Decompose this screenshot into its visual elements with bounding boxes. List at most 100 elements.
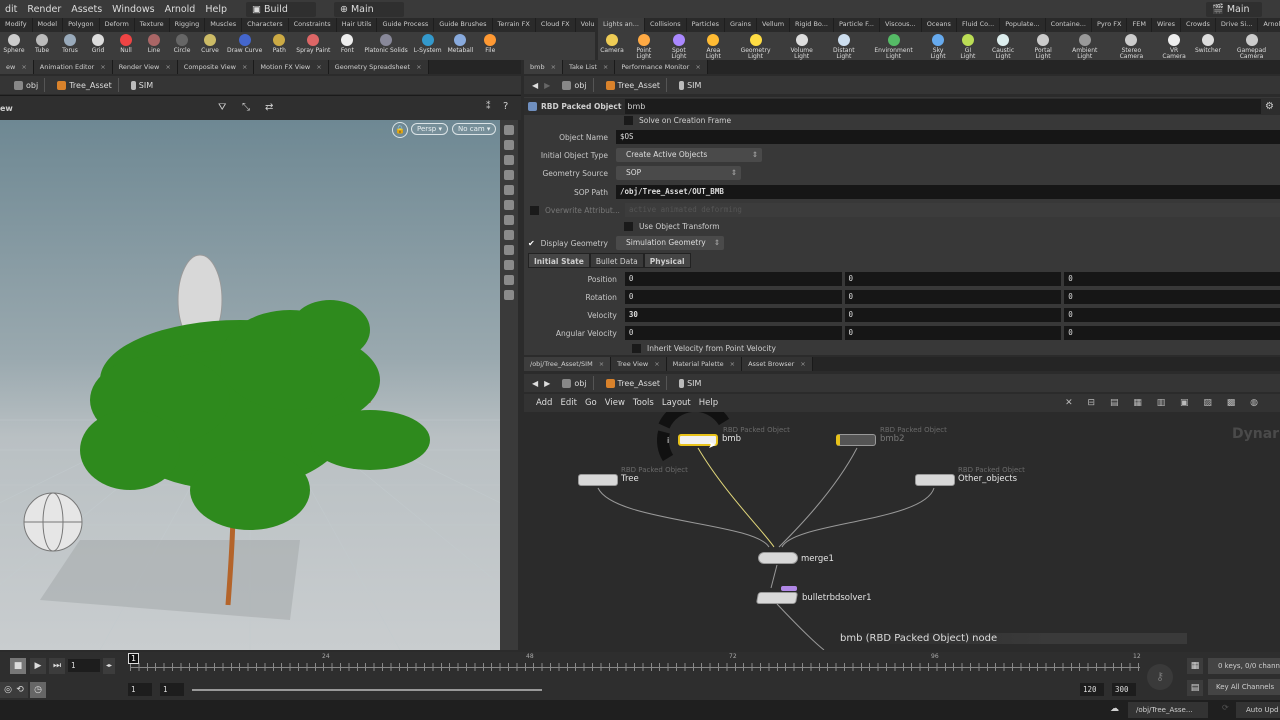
shelf-tool-l-system[interactable]: L-System [411, 32, 445, 60]
tool-icon[interactable] [504, 170, 514, 180]
range-start-field[interactable]: 1 [128, 683, 152, 696]
tab-item[interactable]: Vellum [757, 18, 791, 32]
shelf-tool-curve[interactable]: Curve [196, 32, 224, 60]
tab-item[interactable]: Drive Si... [1216, 18, 1259, 32]
node-name-field[interactable]: bmb [625, 99, 1262, 114]
param-field-y[interactable]: 0 [844, 290, 1062, 304]
help-icon[interactable]: ? [503, 101, 508, 112]
refresh-icon[interactable]: ⟳ [1222, 703, 1229, 712]
param-field-x[interactable]: 0 [624, 272, 842, 286]
desktop-selector[interactable]: ▣ Build [246, 1, 316, 17]
menu-arnold[interactable]: Arnold [160, 4, 201, 15]
shelf-tool-environment-light[interactable]: Environment Light [865, 32, 922, 60]
menu-edit[interactable]: dit [0, 4, 22, 15]
shelf-tool-metaball[interactable]: Metaball [445, 32, 477, 60]
tab-item[interactable]: Material Palette × [666, 357, 743, 371]
shelf-tool-path[interactable]: Path [265, 32, 293, 60]
tab-item[interactable]: Muscles [205, 18, 243, 32]
close-icon[interactable]: × [100, 63, 105, 71]
geo-source-select[interactable]: SOP [616, 166, 741, 180]
crumb-tree-asset[interactable]: Tree_Asset [600, 376, 668, 390]
tab-item[interactable]: Collisions [645, 18, 687, 32]
object-name-field[interactable]: $OS [616, 130, 1280, 144]
network-menu-edit[interactable]: Edit [556, 398, 580, 408]
shelf-tool-volume-light[interactable]: Volume Light [780, 32, 823, 60]
shelf-tool-portal-light[interactable]: Portal Light [1024, 32, 1062, 60]
tab-item[interactable]: Particles [687, 18, 725, 32]
display-geo-select[interactable]: Simulation Geometry [616, 236, 724, 250]
crumb-obj[interactable]: obj [8, 78, 46, 92]
stop-button[interactable]: ■ [10, 658, 26, 674]
shelf-tool-grid[interactable]: Grid [84, 32, 112, 60]
param-field-x[interactable]: 30 [624, 308, 842, 322]
tab-item[interactable]: Motion FX View × [254, 60, 329, 74]
display-checkbox[interactable]: ✔ [524, 239, 536, 248]
loop-icon[interactable]: ⟲ [12, 682, 28, 698]
tool-icon[interactable] [504, 275, 514, 285]
tool-icon[interactable] [504, 155, 514, 165]
shelf-tool-camera[interactable]: Camera [598, 32, 626, 60]
tab-item[interactable]: Texture [135, 18, 170, 32]
node-merge1[interactable] [758, 552, 798, 564]
node-bmb2[interactable] [836, 434, 876, 446]
tool-icon[interactable] [504, 230, 514, 240]
shelf-tool-circle[interactable]: Circle [168, 32, 196, 60]
camera-menu[interactable]: No cam ▾ [452, 123, 497, 135]
tab-item[interactable]: ew × [0, 60, 34, 74]
tool-icon[interactable] [504, 185, 514, 195]
close-icon[interactable]: × [654, 360, 659, 368]
shelf-tool-sky-light[interactable]: Sky Light [922, 32, 954, 60]
tab-item[interactable]: Crowds [1181, 18, 1216, 32]
tab-physical[interactable]: Physical [643, 253, 691, 268]
tab-item[interactable]: Modify [0, 18, 33, 32]
tab-item[interactable]: Arnold [1258, 18, 1280, 32]
scene-viewport[interactable]: 🔒 Persp ▾ No cam ▾ [0, 120, 500, 650]
step-buttons[interactable]: ◂▸ [103, 658, 115, 674]
network-editor[interactable]: i RBD Packed Object bmb RBD Packed Objec… [524, 412, 1280, 650]
tab-item[interactable]: Take List × [563, 60, 616, 74]
close-icon[interactable]: × [603, 63, 608, 71]
network-menu-tools[interactable]: Tools [629, 398, 658, 408]
shelf-tool-spray-paint[interactable]: Spray Paint [293, 32, 333, 60]
tab-item[interactable]: Guide Process [377, 18, 435, 32]
param-field-z[interactable]: 0 [1064, 290, 1280, 304]
node-bulletrbdsolver1[interactable] [755, 592, 799, 604]
context-selector[interactable]: ⊕ Main [334, 1, 404, 17]
param-field-z[interactable]: 0 [1064, 272, 1280, 286]
node-tree[interactable] [578, 474, 618, 486]
range-end-field[interactable]: 120 [1080, 683, 1104, 696]
network-menu-layout[interactable]: Layout [658, 398, 695, 408]
shelf-tool-file[interactable]: File [476, 32, 504, 60]
close-icon[interactable]: × [800, 360, 805, 368]
end-button[interactable]: ⏭ [49, 658, 65, 674]
pose-tool-icon[interactable]: ⤡ [242, 102, 250, 113]
tool-icon[interactable] [504, 290, 514, 300]
handle-tool-icon[interactable]: ⇄ [265, 102, 273, 113]
shelf-tool-distant-light[interactable]: Distant Light [823, 32, 865, 60]
close-icon[interactable]: × [730, 360, 735, 368]
tab-item[interactable]: bmb × [524, 60, 564, 74]
tool-icon[interactable] [504, 140, 514, 150]
use-transform-checkbox[interactable] [624, 221, 633, 231]
crumb-sim[interactable]: SIM [673, 78, 707, 92]
key-all-channels-button[interactable]: Key All Channels [1208, 679, 1280, 695]
select-tool-icon[interactable]: ⛛ [218, 102, 226, 113]
tab-item[interactable]: Asset Browser × [742, 357, 813, 371]
shelf-tool-geometry-light[interactable]: Geometry Light [731, 32, 781, 60]
sop-path-field[interactable]: /obj/Tree_Asset/OUT_BMB [616, 185, 1280, 199]
tab-item[interactable]: Wires [1152, 18, 1181, 32]
menu-windows[interactable]: Windows [107, 4, 159, 15]
right-desktop[interactable]: 🎬 Main [1206, 1, 1262, 17]
shelf-tool-ambient-light[interactable]: Ambient Light [1062, 32, 1107, 60]
tab-item[interactable]: Fluid Co... [957, 18, 1001, 32]
param-field-x[interactable]: 0 [624, 326, 842, 340]
tab-item[interactable]: Particle F... [834, 18, 880, 32]
menu-help[interactable]: Help [200, 4, 232, 15]
tab-item[interactable]: Populate... [1000, 18, 1046, 32]
play-button[interactable]: ▶ [30, 658, 46, 674]
shelf-tool-line[interactable]: Line [140, 32, 168, 60]
network-menu-go[interactable]: Go [581, 398, 601, 408]
tab-item[interactable]: Grains [725, 18, 758, 32]
tab-item[interactable]: Pyro FX [1092, 18, 1128, 32]
menu-render[interactable]: Render [22, 4, 66, 15]
